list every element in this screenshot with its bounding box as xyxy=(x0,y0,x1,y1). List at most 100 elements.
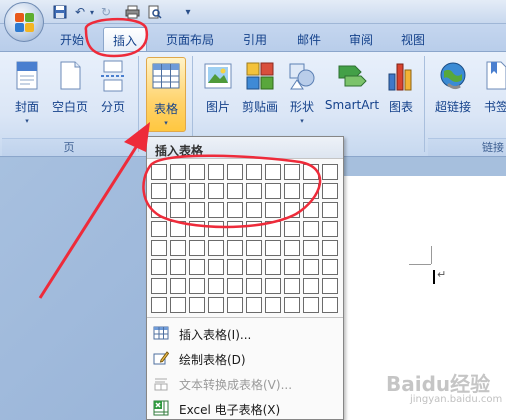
redo-icon[interactable]: ↻ xyxy=(98,4,114,20)
table-grid-cell[interactable] xyxy=(303,297,319,313)
table-grid-cell[interactable] xyxy=(151,297,167,313)
tab-review[interactable]: 审阅 xyxy=(349,31,373,48)
table-grid-cell[interactable] xyxy=(284,202,300,218)
table-grid-cell[interactable] xyxy=(189,259,205,275)
table-grid-cell[interactable] xyxy=(284,278,300,294)
table-grid-cell[interactable] xyxy=(265,202,281,218)
table-grid-cell[interactable] xyxy=(189,278,205,294)
tab-insert[interactable]: 插入 xyxy=(103,27,148,52)
table-grid-cell[interactable] xyxy=(208,240,224,256)
tab-references[interactable]: 引用 xyxy=(243,31,267,48)
table-button[interactable]: 表格 ▾ xyxy=(146,57,186,132)
table-grid-cell[interactable] xyxy=(151,202,167,218)
table-grid-cell[interactable] xyxy=(227,240,243,256)
office-button[interactable] xyxy=(4,2,44,42)
table-grid-cell[interactable] xyxy=(322,240,338,256)
table-grid-cell[interactable] xyxy=(170,297,186,313)
table-grid-cell[interactable] xyxy=(189,164,205,180)
table-grid-cell[interactable] xyxy=(227,278,243,294)
table-grid-cell[interactable] xyxy=(227,297,243,313)
table-grid-cell[interactable] xyxy=(284,297,300,313)
table-grid-cell[interactable] xyxy=(151,240,167,256)
table-grid-cell[interactable] xyxy=(189,221,205,237)
table-grid-cell[interactable] xyxy=(284,221,300,237)
table-grid-cell[interactable] xyxy=(208,221,224,237)
table-grid-cell[interactable] xyxy=(189,183,205,199)
table-grid-cell[interactable] xyxy=(208,259,224,275)
table-grid-cell[interactable] xyxy=(151,278,167,294)
table-grid-cell[interactable] xyxy=(189,240,205,256)
table-grid-cell[interactable] xyxy=(151,221,167,237)
table-grid-cell[interactable] xyxy=(227,221,243,237)
table-grid-cell[interactable] xyxy=(246,297,262,313)
table-grid-cell[interactable] xyxy=(170,259,186,275)
table-grid-cell[interactable] xyxy=(189,297,205,313)
table-grid-cell[interactable] xyxy=(265,164,281,180)
print-icon[interactable] xyxy=(124,4,140,20)
table-grid-cell[interactable] xyxy=(170,183,186,199)
picture-button[interactable]: 图片 xyxy=(200,60,236,115)
hyperlink-button[interactable]: 超链接 xyxy=(432,60,474,115)
table-grid-cell[interactable] xyxy=(303,259,319,275)
table-grid-cell[interactable] xyxy=(246,240,262,256)
table-grid-cell[interactable] xyxy=(151,183,167,199)
tab-mailings[interactable]: 邮件 xyxy=(297,31,321,48)
cover-page-button[interactable]: 封面 ▾ xyxy=(8,60,46,125)
table-grid-cell[interactable] xyxy=(208,202,224,218)
table-grid-cell[interactable] xyxy=(170,164,186,180)
table-grid-cell[interactable] xyxy=(227,164,243,180)
customize-toolbar-icon[interactable]: ▾ xyxy=(180,4,196,20)
table-grid-cell[interactable] xyxy=(246,164,262,180)
tab-home[interactable]: 开始 xyxy=(60,31,84,48)
table-grid-cell[interactable] xyxy=(170,221,186,237)
table-size-grid[interactable] xyxy=(151,164,338,313)
table-grid-cell[interactable] xyxy=(265,221,281,237)
table-grid-cell[interactable] xyxy=(208,297,224,313)
table-grid-cell[interactable] xyxy=(303,240,319,256)
table-grid-cell[interactable] xyxy=(227,259,243,275)
table-grid-cell[interactable] xyxy=(208,183,224,199)
smartart-button[interactable]: SmartArt xyxy=(324,60,380,112)
table-grid-cell[interactable] xyxy=(246,221,262,237)
table-grid-cell[interactable] xyxy=(208,164,224,180)
table-grid-cell[interactable] xyxy=(303,278,319,294)
table-grid-cell[interactable] xyxy=(322,164,338,180)
table-grid-cell[interactable] xyxy=(227,202,243,218)
table-grid-cell[interactable] xyxy=(227,183,243,199)
shapes-button[interactable]: 形状 ▾ xyxy=(285,60,319,125)
table-grid-cell[interactable] xyxy=(322,202,338,218)
draw-table-menu-item[interactable]: 绘制表格(D) xyxy=(147,346,343,370)
tab-page-layout[interactable]: 页面布局 xyxy=(166,31,214,48)
table-grid-cell[interactable] xyxy=(322,221,338,237)
table-grid-cell[interactable] xyxy=(246,278,262,294)
convert-text-to-table-menu-item[interactable]: 文本转换成表格(V)... xyxy=(147,371,343,395)
table-grid-cell[interactable] xyxy=(303,183,319,199)
excel-spreadsheet-menu-item[interactable]: Excel 电子表格(X) xyxy=(147,396,343,420)
clip-art-button[interactable]: 剪贴画 xyxy=(240,60,280,115)
chart-button[interactable]: 图表 xyxy=(384,60,418,115)
bookmark-button[interactable]: 书签 xyxy=(480,60,506,115)
table-grid-cell[interactable] xyxy=(322,278,338,294)
table-grid-cell[interactable] xyxy=(284,164,300,180)
table-grid-cell[interactable] xyxy=(322,259,338,275)
table-grid-cell[interactable] xyxy=(246,202,262,218)
table-grid-cell[interactable] xyxy=(265,240,281,256)
save-icon[interactable] xyxy=(52,4,68,20)
table-grid-cell[interactable] xyxy=(170,202,186,218)
print-preview-icon[interactable] xyxy=(146,4,162,20)
table-grid-cell[interactable] xyxy=(246,183,262,199)
table-grid-cell[interactable] xyxy=(246,259,262,275)
table-grid-cell[interactable] xyxy=(265,297,281,313)
table-grid-cell[interactable] xyxy=(265,259,281,275)
insert-table-menu-item[interactable]: 插入表格(I)... xyxy=(147,321,343,345)
table-grid-cell[interactable] xyxy=(151,164,167,180)
tab-view[interactable]: 视图 xyxy=(401,31,425,48)
table-grid-cell[interactable] xyxy=(322,297,338,313)
table-grid-cell[interactable] xyxy=(170,240,186,256)
table-grid-cell[interactable] xyxy=(303,221,319,237)
table-grid-cell[interactable] xyxy=(265,278,281,294)
table-grid-cell[interactable] xyxy=(284,183,300,199)
table-grid-cell[interactable] xyxy=(303,164,319,180)
table-grid-cell[interactable] xyxy=(284,240,300,256)
table-grid-cell[interactable] xyxy=(189,202,205,218)
